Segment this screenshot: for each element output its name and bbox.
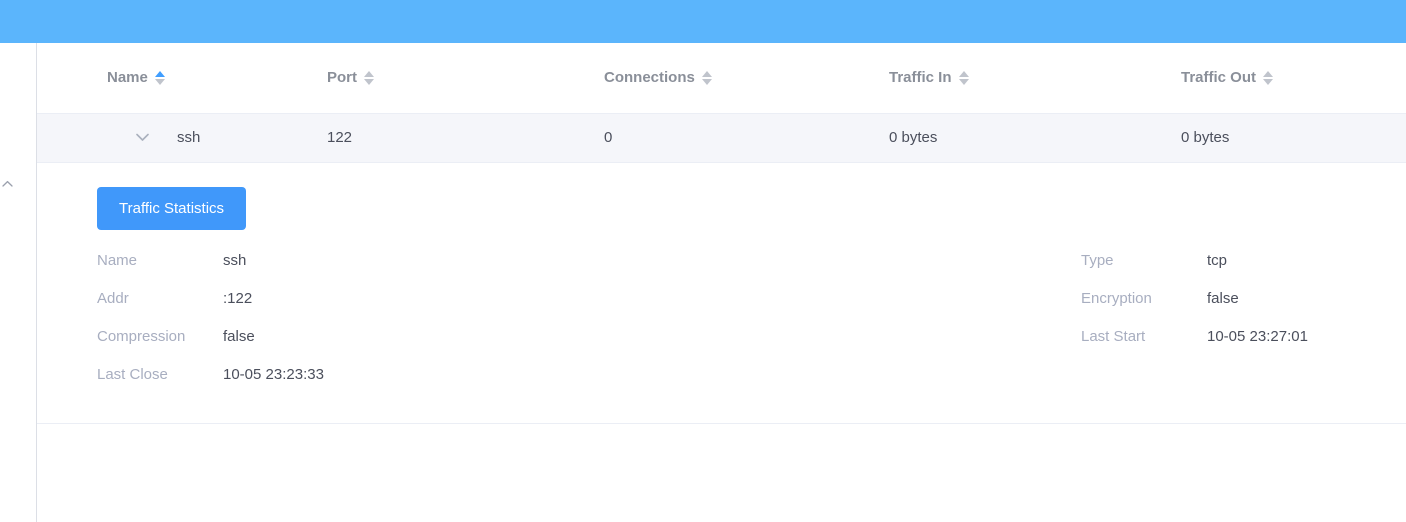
detail-field-label: Encryption — [1081, 289, 1152, 307]
detail-field-value: false — [223, 327, 255, 345]
detail-field-value: tcp — [1207, 251, 1228, 269]
detail-field-last-close: Last Close 10-05 23:23:33 — [97, 366, 717, 404]
detail-field-label: Compression — [97, 327, 186, 345]
column-header-connections[interactable]: Connections — [604, 43, 889, 114]
row-name-value: ssh — [177, 129, 201, 146]
sort-icon[interactable] — [364, 70, 374, 85]
column-header-traffic-out[interactable]: Traffic Out — [1181, 43, 1406, 114]
detail-field-label: Addr — [97, 289, 129, 307]
detail-field-value: 10-05 23:27:01 — [1207, 327, 1308, 345]
column-header-port[interactable]: Port — [327, 43, 604, 114]
table-empty-area — [37, 423, 1406, 522]
row-name-cell: ssh — [37, 113, 327, 163]
column-header-label: Traffic Out — [1181, 69, 1257, 87]
sort-icon[interactable] — [701, 70, 712, 85]
detail-field-value: false — [1207, 289, 1239, 307]
detail-field-label: Last Start — [1081, 327, 1146, 345]
detail-field-value: 10-05 23:23:33 — [223, 365, 324, 383]
table-row-detail: Traffic Statistics Name ssh Addr:122 Co… — [37, 162, 1406, 424]
detail-field-label: Last Close — [97, 365, 168, 383]
traffic-statistics-button[interactable]: Traffic Statistics — [97, 186, 247, 230]
detail-field-encryption: Encryption false — [1081, 290, 1406, 328]
detail-field-addr: Addr :122 — [97, 290, 717, 328]
detail-field-type: Type tcp — [1081, 252, 1406, 290]
column-header-label: Traffic In — [889, 69, 952, 87]
sort-icon[interactable] — [154, 70, 165, 85]
sort-icon[interactable] — [1263, 70, 1274, 85]
column-header-label: Name — [107, 69, 148, 87]
row-port-value: 122 — [327, 113, 604, 163]
proxies-table: Name Port Connections Traffic In Traffic… — [37, 43, 1406, 424]
table-container: Name Port Connections Traffic In Traffic… — [36, 43, 1406, 522]
detail-left-column: Name ssh Addr :122 Compression false Las… — [97, 252, 717, 404]
detail-field-label: Name — [97, 251, 138, 269]
row-traffic-out-value: 0 bytes — [1181, 113, 1406, 163]
sidebar-collapse-handle[interactable] — [0, 173, 14, 195]
sort-icon[interactable] — [958, 70, 969, 85]
table-header-row: Name Port Connections Traffic In Traffic… — [37, 43, 1406, 114]
detail-field-value: :122 — [223, 289, 253, 307]
top-app-bar — [0, 0, 1406, 43]
table-row[interactable]: ssh 122 0 0 bytes 0 bytes — [37, 113, 1406, 163]
column-header-traffic-in[interactable]: Traffic In — [889, 43, 1181, 114]
column-header-name[interactable]: Name — [37, 43, 327, 114]
column-header-label: Connections — [604, 69, 695, 87]
proxy-detail-panel: Traffic Statistics Name ssh Addr:122 Co… — [37, 163, 1406, 423]
row-traffic-in-value: 0 bytes — [889, 113, 1181, 163]
row-connections-value: 0 — [604, 113, 889, 163]
detail-field-name: Name ssh — [97, 252, 717, 290]
row-expand-toggle[interactable] — [131, 127, 153, 149]
detail-field-last-start: Last Start 10-05 23:27:01 — [1081, 328, 1406, 366]
column-header-label: Port — [327, 69, 357, 87]
detail-field-label: Type — [1081, 251, 1114, 269]
left-rail — [0, 43, 36, 522]
chevron-down-icon — [135, 133, 149, 141]
detail-right-column: Type tcp Encryption false Last Start 10-… — [1081, 252, 1406, 366]
detail-field-value: ssh — [223, 251, 247, 269]
app-root: Name Port Connections Traffic In Traffic… — [0, 0, 1406, 522]
chevron-up-icon — [1, 180, 13, 187]
detail-field-compression: Compression false — [97, 328, 717, 366]
